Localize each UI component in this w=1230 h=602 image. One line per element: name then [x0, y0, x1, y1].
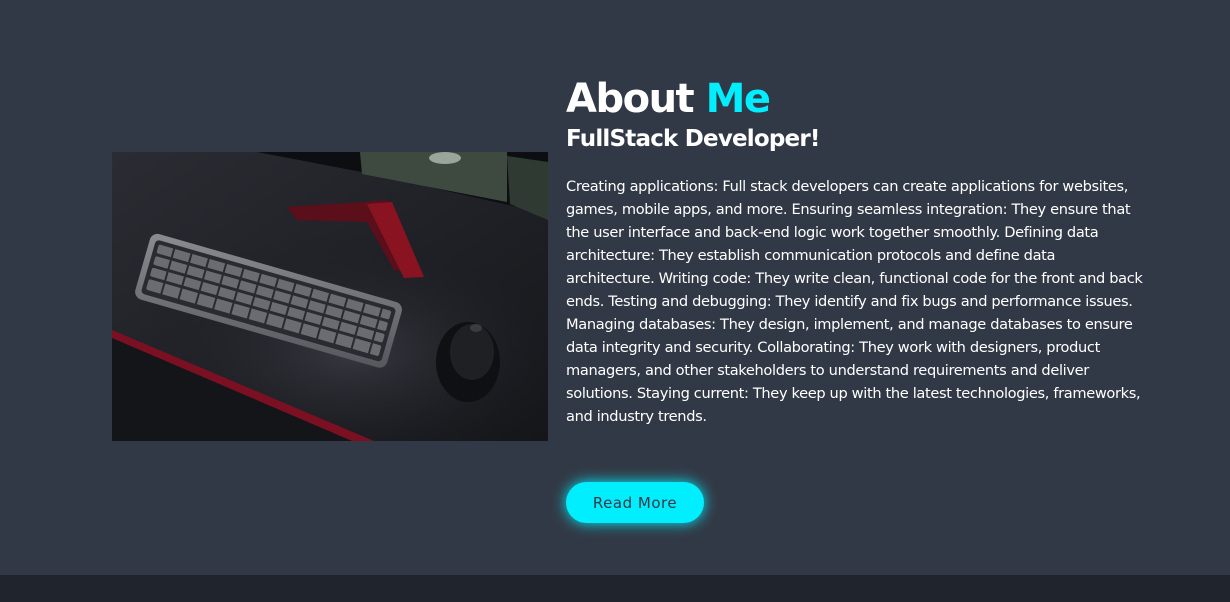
subheading: FullStack Developer!	[566, 126, 820, 152]
about-description: Creating applications: Full stack develo…	[566, 178, 1143, 425]
about-content: About Me FullStack Developer! Creating a…	[566, 76, 1146, 428]
footer-strip	[0, 575, 1230, 602]
heading-accent: Me	[705, 76, 771, 122]
about-section: About Me FullStack Developer! Creating a…	[0, 0, 1230, 575]
read-more-button[interactable]: Read More	[566, 482, 704, 523]
heading-main: About	[566, 76, 706, 122]
desk-keyboard-photo	[112, 152, 548, 441]
page-title: About Me	[566, 76, 1146, 122]
